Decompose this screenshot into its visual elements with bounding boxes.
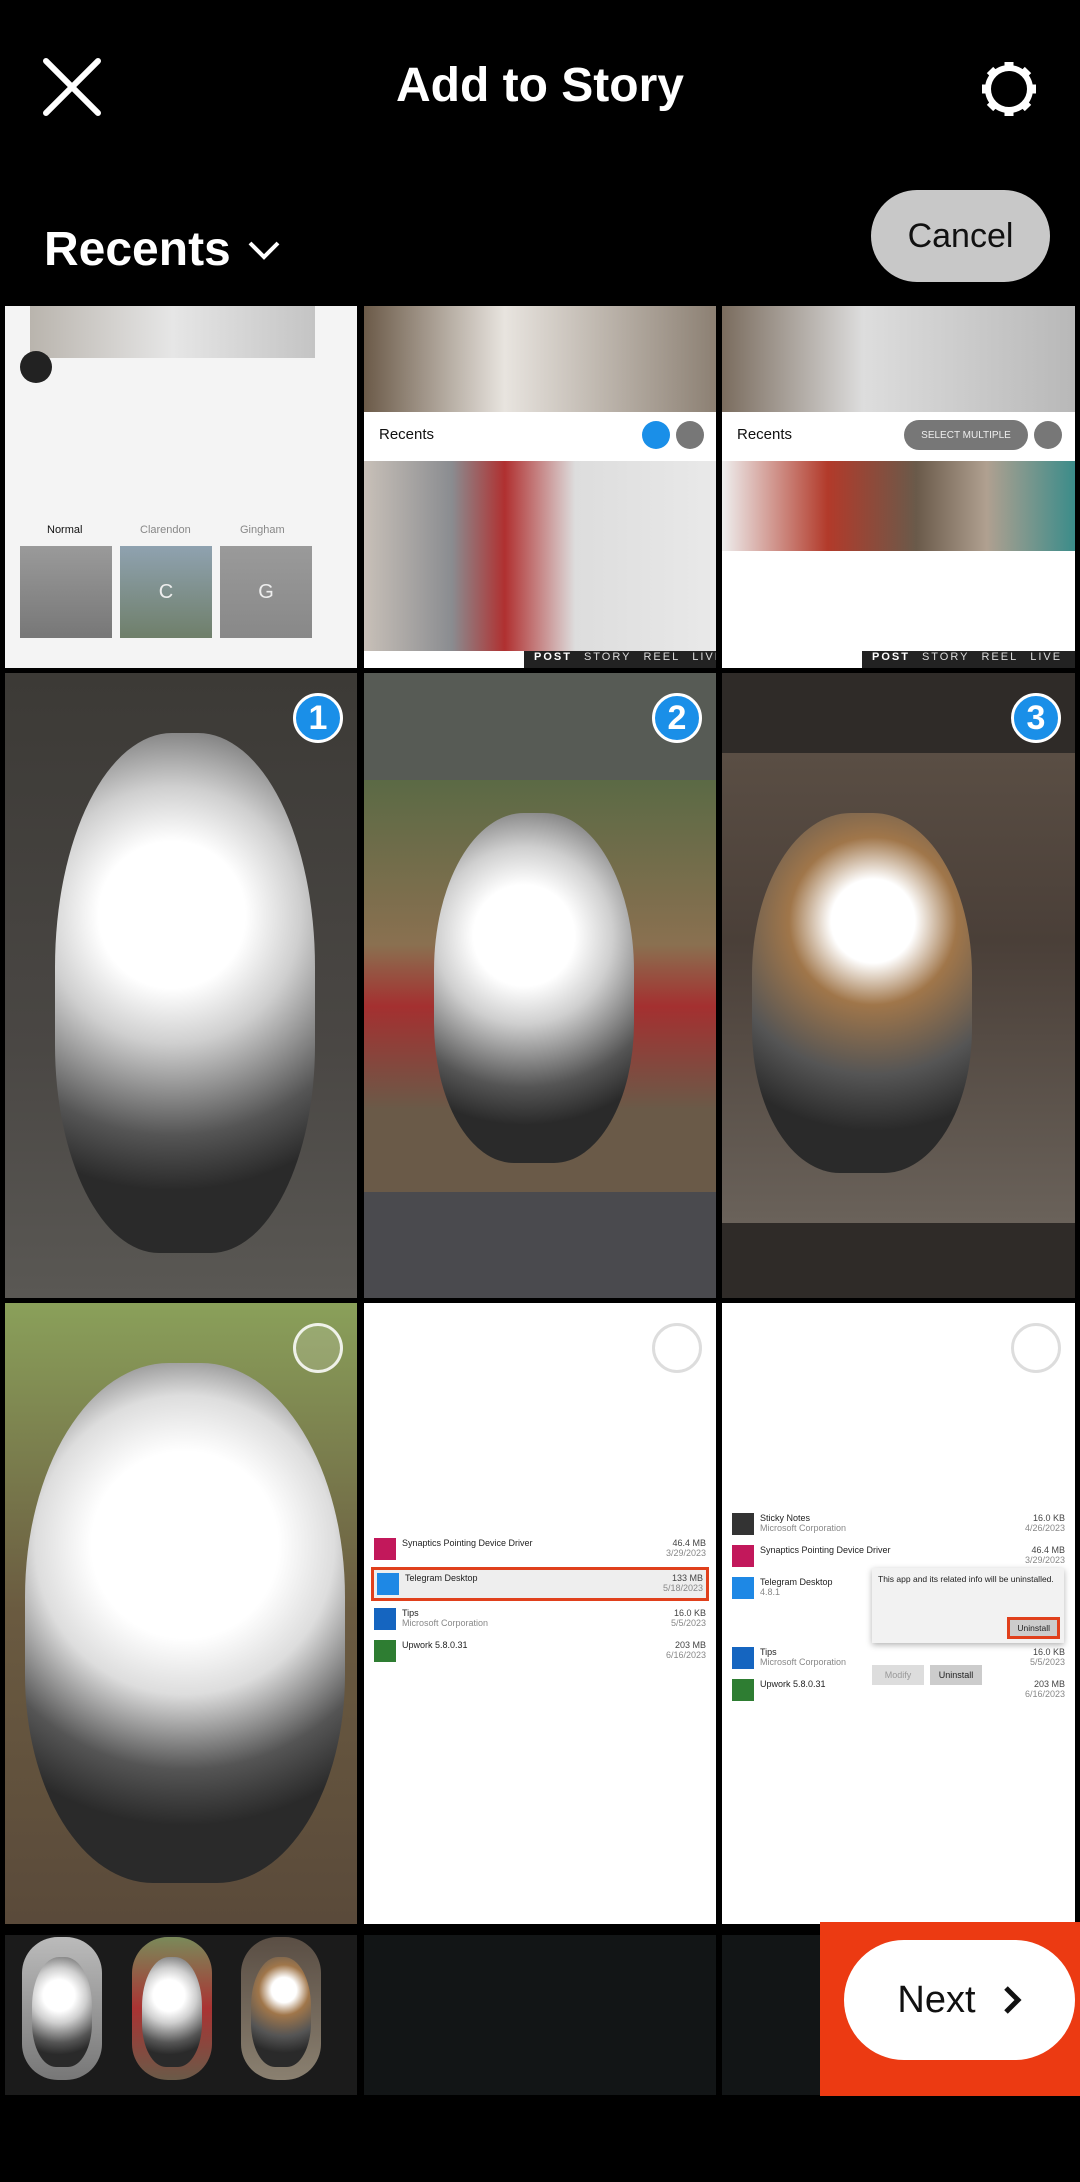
photo-puppy-3[interactable]: 3	[722, 673, 1075, 1298]
app-icon	[732, 1647, 754, 1669]
page-title: Add to Story	[396, 59, 684, 112]
selected-thumb-2[interactable]	[132, 1937, 212, 2080]
photo-puppy-4[interactable]	[5, 1303, 357, 1924]
photo-thumbnail-select-multiple-screen[interactable]: Recents SELECT MULTIPLE POST STORY REEL LIV…	[722, 306, 1075, 668]
app-icon	[732, 1545, 754, 1567]
app-list-item: Telegram Desktop 133 MB 5/18/2023	[371, 1567, 709, 1601]
next-highlight: Next	[820, 1922, 1080, 2096]
app-icon	[374, 1640, 396, 1662]
app-list-item: Upwork 5.8.0.31 203 MB 6/16/2023	[374, 1640, 706, 1662]
album-selector[interactable]: Recents	[44, 222, 281, 277]
selection-badge[interactable]: 1	[293, 693, 343, 743]
photo-puppy-2[interactable]: 2	[364, 673, 716, 1298]
app-list-item: Synaptics Pointing Device Driver 46.4 MB…	[374, 1538, 706, 1560]
uninstall-popup: This app and its related info will be un…	[872, 1568, 1064, 1643]
filter-label: Normal	[47, 524, 83, 536]
photo-puppy-1[interactable]: 1	[5, 673, 357, 1298]
app-icon	[374, 1608, 396, 1630]
app-icon	[377, 1573, 399, 1595]
chevron-down-icon	[248, 241, 280, 260]
mode-tabs: POSTSTORYREELLIVE	[524, 651, 716, 668]
selected-thumb-1[interactable]	[22, 1937, 102, 2080]
photo-thumbnail-recents-screen[interactable]: Recents POSTSTORYREELLIVE	[364, 306, 716, 668]
app-icon	[732, 1679, 754, 1701]
uninstall-confirm-button[interactable]: Uninstall	[1007, 1617, 1060, 1639]
filter-label: Clarendon	[140, 524, 191, 536]
expand-icon	[20, 351, 52, 383]
next-label: Next	[897, 1978, 976, 2021]
chevron-right-icon	[1003, 1986, 1022, 2014]
app-list-item: Synaptics Pointing Device Driver 46.4 MB…	[732, 1545, 1065, 1567]
selection-circle[interactable]	[1011, 1323, 1061, 1373]
app-list-item: Sticky Notes Microsoft Corporation 16.0 K…	[732, 1513, 1065, 1535]
selection-circle[interactable]	[652, 1323, 702, 1373]
selection-badge[interactable]: 2	[652, 693, 702, 743]
selection-badge[interactable]: 3	[1011, 693, 1061, 743]
app-list-item: Tips Microsoft Corporation 16.0 KB 5/5/202…	[374, 1608, 706, 1630]
mode-tabs: POSTSTORYREELLIVE	[862, 651, 1075, 668]
filter-label: Gingham	[240, 524, 285, 536]
selection-circle[interactable]	[293, 1323, 343, 1373]
app-icon	[374, 1538, 396, 1560]
uninstall-button: Uninstall	[930, 1665, 982, 1685]
app-icon	[732, 1577, 754, 1599]
gear-icon[interactable]	[978, 58, 1040, 120]
cancel-button[interactable]: Cancel	[871, 190, 1050, 282]
app-icon	[732, 1513, 754, 1535]
album-label: Recents	[44, 223, 231, 276]
photo-screenshot-uninstall[interactable]: Sticky Notes Microsoft Corporation 16.0 K…	[722, 1303, 1075, 1924]
photo-screenshot-apps[interactable]: Synaptics Pointing Device Driver 46.4 MB…	[364, 1303, 716, 1924]
next-button[interactable]: Next	[844, 1940, 1075, 2060]
selected-thumb-3[interactable]	[241, 1937, 321, 2080]
modify-button: Modify	[872, 1665, 924, 1685]
photo-thumbnail-filter-screen[interactable]: Normal Clarendon Gingham C G	[5, 306, 357, 668]
